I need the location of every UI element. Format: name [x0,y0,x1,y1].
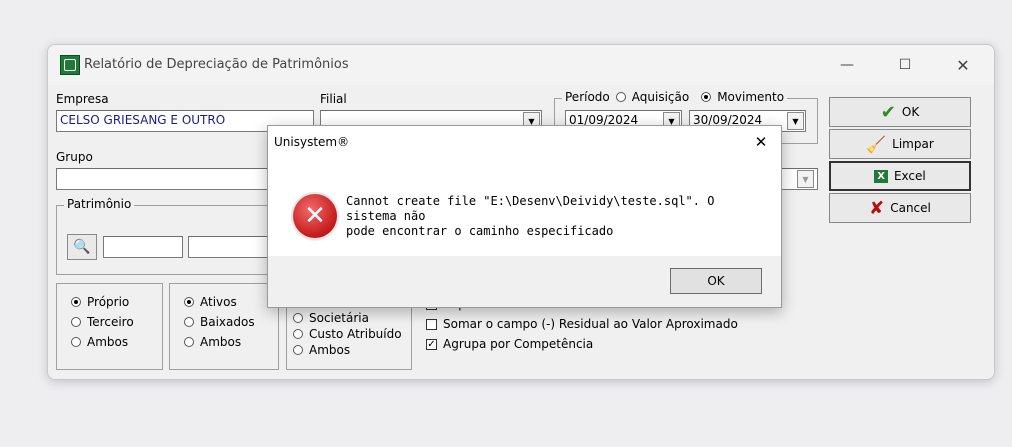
periodo-option-aquisicao[interactable]: Aquisição [615,90,690,104]
checkmark-icon: ✔ [880,101,896,123]
option-label: Ambos [87,335,129,349]
message-line: pode encontrar o caminho especificado [346,224,614,238]
check-somar-residual[interactable]: Somar o campo (-) Residual ao Valor Apro… [426,317,738,331]
option-label: Próprio [87,295,130,309]
radio-icon [71,317,81,327]
option-label: Ambos [200,335,242,349]
window-title: Relatório de Depreciação de Patrimônios [84,57,349,72]
option-societaria[interactable]: Societária [293,311,402,325]
status-options: Ativos Baixados Ambos [184,295,255,349]
dialog-close-button[interactable]: ✕ [746,130,776,154]
checkbox-checked-icon: ✓ [426,338,437,350]
radio-icon [184,317,194,327]
periodo-option-movimento[interactable]: Movimento [701,90,784,104]
check-label: Somar o campo (-) Residual ao Valor Apro… [443,317,738,331]
option-label: Societária [309,311,369,325]
dialog-ok-button[interactable]: OK [670,268,762,294]
dialog-message: Cannot create file "E:\Desenv\Deividy\te… [346,194,761,239]
excel-label: Excel [893,169,926,183]
grupo-dropdown-icon[interactable]: ▼ [797,170,814,188]
option-label: Ambos [309,343,351,357]
option-ambos-tipo[interactable]: Ambos [293,343,402,357]
check-label: Agrupa por Competência [443,337,594,351]
ok-button[interactable]: ✔ OK [829,97,971,127]
radio-icon [71,337,81,347]
excel-button[interactable]: X Excel [829,161,971,191]
cancel-button[interactable]: ✘ Cancel [829,193,971,223]
dialog-title-bar: Unisystem® ✕ [268,126,781,158]
option-proprio[interactable]: Próprio [71,295,134,309]
option-terceiro[interactable]: Terceiro [71,315,134,329]
title-bar: Relatório de Depreciação de Patrimônios … [48,45,994,85]
dialog-title: Unisystem® [274,135,350,149]
maximize-button[interactable]: ☐ [882,51,928,79]
message-line: Cannot create file "E:\Desenv\Deividy\te… [346,194,715,223]
option-baixados[interactable]: Baixados [184,315,255,329]
option-label: Movimento [717,90,785,104]
option-label: Custo Atribuído [309,327,402,341]
grupo-label: Grupo [56,150,93,164]
propriedade-options: Próprio Terceiro Ambos [71,295,134,349]
option-label: Baixados [200,315,255,329]
close-button[interactable]: ✕ [940,51,986,79]
tipo-options: Societária Custo Atribuído Ambos [293,311,402,357]
end-date-dropdown-icon[interactable]: ▼ [787,112,804,130]
check-agrupa-competencia[interactable]: ✓ Agrupa por Competência [426,337,738,351]
ok-label: OK [901,105,920,119]
error-icon: ✕ [293,194,337,238]
patrimonio-from-input[interactable] [103,236,183,258]
option-label: Ativos [200,295,237,309]
patrimonio-legend: Patrimônio [64,197,135,211]
empresa-label: Empresa [56,92,109,106]
option-ambos-status[interactable]: Ambos [184,335,255,349]
checkbox-icon [426,318,437,330]
filial-label: Filial [320,92,347,106]
error-dialog: Unisystem® ✕ ✕ Cannot create file "E:\De… [267,125,782,308]
minimize-button[interactable]: — [824,51,870,79]
radio-icon [615,92,626,102]
option-label: Aquisição [631,90,690,104]
cancel-label: Cancel [890,201,931,215]
radio-icon [293,329,303,339]
radio-icon [293,345,303,355]
option-ambos-propriedade[interactable]: Ambos [71,335,134,349]
search-icon[interactable]: 🔍 [67,234,97,260]
excel-icon: X [874,169,888,183]
radio-icon [184,337,194,347]
radio-icon [293,313,303,323]
limpar-label: Limpar [892,137,934,151]
option-label: Terceiro [87,315,134,329]
option-custo-atribuido[interactable]: Custo Atribuído [293,327,402,341]
periodo-legend-row: Período Aquisição Movimento [562,90,788,104]
option-ativos[interactable]: Ativos [184,295,255,309]
limpar-button[interactable]: 🧹 Limpar [829,129,971,159]
radio-selected-icon [701,92,712,102]
periodo-legend: Período [565,90,610,104]
app-icon [60,55,80,75]
radio-selected-icon [184,297,194,307]
x-icon: ✘ [869,197,885,219]
empresa-value: CELSO GRIESANG E OUTRO [60,113,226,127]
dialog-body: ✕ Cannot create file "E:\Desenv\Deividy\… [268,158,781,256]
broom-icon: 🧹 [866,134,887,154]
radio-selected-icon [71,297,81,307]
